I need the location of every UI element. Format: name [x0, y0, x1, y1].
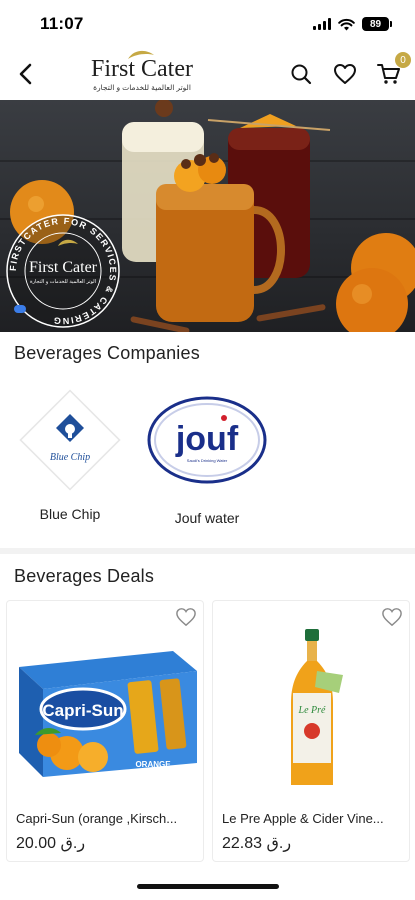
leaf-icon	[128, 50, 154, 59]
company-item-blue-chip[interactable]: Blue Chip Blue Chip	[10, 380, 130, 522]
deals-section-title: Beverages Deals	[14, 566, 155, 586]
battery-indicator: 89	[362, 17, 392, 31]
heart-icon	[334, 64, 356, 84]
cart-button[interactable]: 0	[373, 52, 411, 90]
capri-sun-product-image: Capri-Sun ORANGE	[19, 651, 197, 777]
capri-sun-image-text: Capri-Sun	[42, 701, 123, 720]
section-divider	[0, 548, 415, 554]
company-label-blue-chip: Blue Chip	[39, 506, 101, 522]
companies-section-title: Beverages Companies	[14, 343, 200, 363]
product-price: 22.83 ر.ق	[222, 835, 292, 852]
company-label-jouf-water: Jouf water	[174, 510, 240, 526]
product-name: Capri-Sun (orange ,Kirsch...	[16, 811, 178, 826]
status-time: 11:07	[40, 14, 84, 33]
app-logo: First Cater الوتر العالمية للخدمات و الت…	[78, 49, 206, 99]
capri-sun-flavor-text: ORANGE	[135, 760, 171, 769]
jouf-logo-text: jouf	[175, 420, 239, 458]
logo-subtitle: الوتر العالمية للخدمات و التجارة	[93, 82, 191, 92]
blue-chip-logo: Blue Chip	[19, 389, 121, 491]
product-card-capri-sun[interactable]: Capri-Sun ORANGE Capri-Sun (orange ,Kirs…	[6, 600, 204, 862]
status-icons: 89	[313, 17, 392, 31]
back-button[interactable]	[10, 58, 42, 90]
blue-chip-logo-text: Blue Chip	[50, 452, 90, 463]
home-indicator[interactable]	[137, 884, 279, 889]
favorite-heart-icon[interactable]	[381, 607, 403, 627]
product-name: Le Pre Apple & Cider Vine...	[222, 811, 384, 826]
promo-banner[interactable]: FIRSTCATER FOR SERVICES & CATERING First…	[0, 100, 415, 332]
product-price: 20.00 ر.ق	[16, 835, 86, 852]
jouf-logo-small-text: Saudi's Drinking Water	[187, 458, 228, 463]
search-button[interactable]	[285, 58, 317, 90]
product-card-le-pre[interactable]: Le Pré Le Pre Apple & Cider Vine... 22.8…	[212, 600, 410, 862]
le-pre-product-image: Le Pré	[291, 629, 343, 785]
badge-subtitle: الوتر العالمية للخدمات و التجارة	[30, 279, 96, 285]
signal-icon	[313, 18, 331, 30]
carousel-indicator-dot[interactable]	[14, 305, 26, 313]
le-pre-image-text: Le Pré	[298, 705, 327, 716]
company-item-jouf-water[interactable]: jouf Saudi's Drinking Water Jouf water	[146, 392, 268, 526]
wishlist-button[interactable]	[329, 58, 361, 90]
wifi-icon	[338, 18, 355, 30]
badge-title: First Cater	[29, 259, 98, 276]
chevron-left-icon	[19, 63, 32, 85]
jouf-water-logo: jouf Saudi's Drinking Water	[147, 396, 267, 484]
status-bar: 11:07 89	[0, 0, 415, 48]
cart-count-badge: 0	[395, 52, 411, 68]
search-icon	[291, 64, 312, 85]
app-header: First Cater الوتر العالمية للخدمات و الت…	[0, 48, 415, 100]
favorite-heart-icon[interactable]	[175, 607, 197, 627]
